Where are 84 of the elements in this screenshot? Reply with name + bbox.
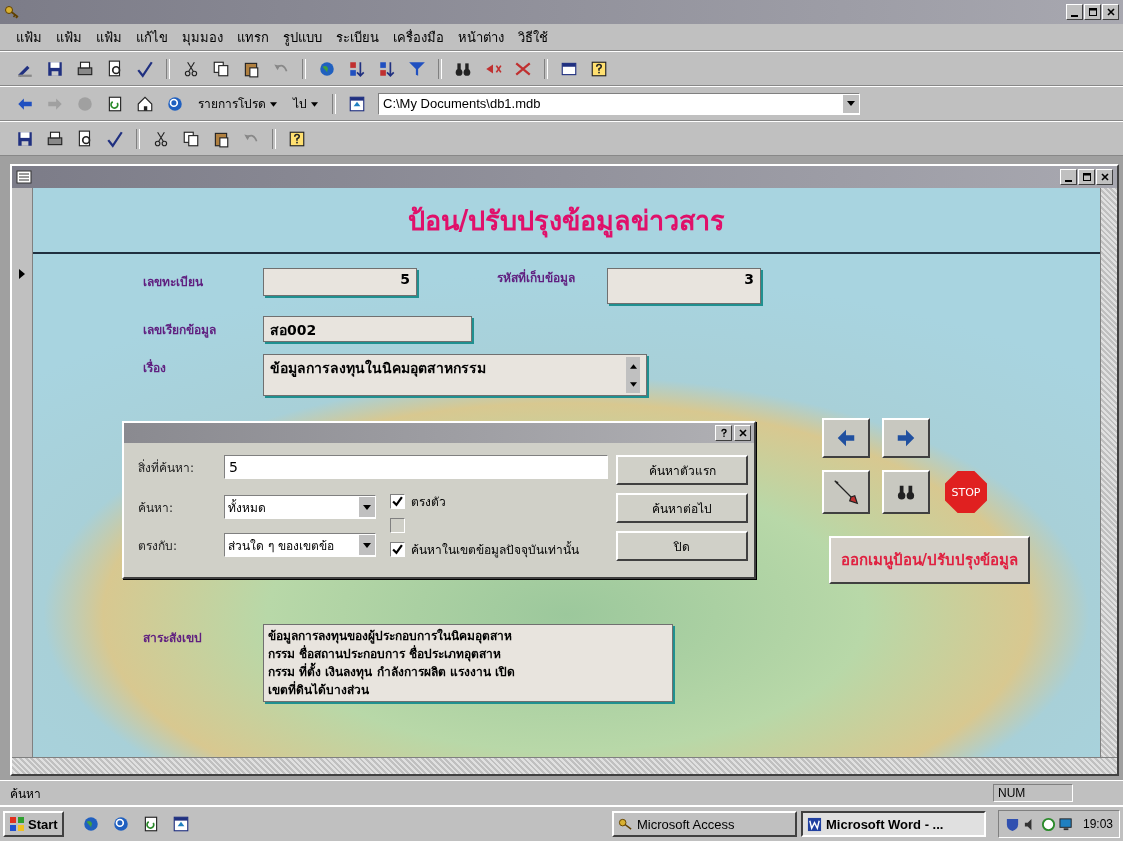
dialog-button[interactable]: ปิด	[616, 531, 748, 561]
field-label: รหัสที่เก็บข้อมูล	[497, 268, 576, 287]
checkbox-label: ค้นหาในเขตข้อมูลปัจจุบันเท่านั้น	[411, 540, 579, 559]
maximize-button[interactable]	[1078, 169, 1095, 185]
text-field[interactable]: 5	[263, 268, 417, 296]
field-label: ค้นหา:	[138, 499, 175, 517]
scroll-down-icon	[629, 381, 637, 387]
close-icon	[737, 428, 748, 438]
field-label: เลขเรียกข้อมูล	[143, 322, 217, 339]
close-button[interactable]	[1096, 169, 1113, 185]
taskbar-button[interactable]: Microsoft Word - ...	[800, 811, 986, 837]
vertical-scrollbar[interactable]	[1100, 188, 1117, 757]
text-field[interactable]: 3	[607, 268, 761, 304]
minimize-button[interactable]	[1066, 4, 1083, 20]
left-arrow-icon	[835, 427, 857, 449]
minimize-icon	[1065, 179, 1072, 182]
field-label: สิ่งที่ค้นหา:	[138, 458, 196, 477]
minimize-icon	[1071, 14, 1078, 17]
menu-item[interactable]: หน้าต่าง	[452, 24, 510, 50]
document-w-icon	[806, 816, 822, 832]
maximize-icon	[1081, 172, 1092, 182]
stop-button[interactable]: STOP	[942, 470, 990, 514]
dropdown[interactable]: ส่วนใด ๆ ของเขตข้อ	[224, 533, 376, 557]
maximize-button[interactable]	[1084, 4, 1101, 20]
menu-item[interactable]: เครื่องมือ	[387, 24, 450, 50]
dropdown-arrow-icon	[847, 101, 855, 106]
address-field[interactable]: C:\My Documents\db1.mdb	[378, 92, 860, 115]
menu-item[interactable]: ระเบียน	[330, 24, 385, 50]
menu-item[interactable]: แทรก	[231, 24, 275, 50]
monitor-icon	[1058, 816, 1074, 832]
dropdown-arrow-icon	[363, 542, 371, 548]
horizontal-scrollbar[interactable]	[12, 757, 1117, 774]
menu-item[interactable]: รูปแบบ	[277, 24, 328, 50]
scroll-up-icon	[629, 363, 637, 369]
field-label: เรื่อง	[143, 358, 167, 377]
close-icon	[1099, 172, 1110, 182]
maximize-icon	[1087, 7, 1098, 17]
text-field[interactable]: ข้อมูลการลงทุนในนิคมอุตสาหกรรม	[263, 354, 647, 396]
close-button[interactable]	[734, 425, 751, 441]
taskbar-button[interactable]: Microsoft Access	[611, 811, 797, 837]
checkbox-label: ตรงตัว	[411, 493, 446, 511]
field-label: เลขทะเบียน	[143, 274, 204, 291]
form-heading: ป้อน/ปรับปรุงข้อมูลข่าวสาร	[33, 188, 1100, 254]
minimize-button[interactable]	[1060, 169, 1077, 185]
menu-item[interactable]: แก้ไข	[130, 24, 174, 50]
status-text: ค้นหา	[10, 785, 41, 803]
caret-icon	[270, 102, 277, 107]
help-button[interactable]	[715, 425, 732, 441]
num-lock-indicator: NUM	[993, 784, 1073, 802]
favorites-menu-button[interactable]: รายการโปรด	[192, 92, 283, 115]
menu-item[interactable]: แฟ้ม	[90, 24, 128, 50]
right-arrow-icon	[895, 427, 917, 449]
text-field[interactable]: สอ002	[263, 316, 472, 342]
field-label: สาระสังเขป	[143, 630, 203, 647]
shield-icon	[1004, 816, 1020, 832]
edit-button[interactable]	[822, 470, 870, 514]
find-button[interactable]	[882, 470, 930, 514]
text-area[interactable]: ข้อมูลการลงทุนของผู้ประกอบการในนิคมอุตสาห กรรม ชื่อสถานประกอบการ ชื่อประเภทอุตสาห กรรม ที่ตั้ง เงินลงทุน กำลังการผลิต แรงงาน เปิด เขตที่ดินได้บางส่วน	[263, 624, 673, 702]
scroll-arrows[interactable]	[626, 357, 640, 393]
field-label: ตรงกับ:	[138, 537, 179, 555]
dropdown[interactable]: ทั้งหมด	[224, 495, 376, 519]
dropdown-arrow-icon	[363, 504, 371, 510]
menu-item[interactable]: มุมมอง	[176, 24, 229, 50]
help-icon	[718, 428, 729, 438]
next-record-button[interactable]	[882, 418, 930, 458]
windows-flag-icon	[9, 816, 25, 832]
clock-icon	[1040, 816, 1056, 832]
close-button[interactable]	[1102, 4, 1119, 20]
form-icon	[16, 169, 32, 185]
close-icon	[1105, 7, 1116, 17]
dialog-button[interactable]: ค้นหาต่อไป	[616, 493, 748, 523]
dialog-button[interactable]: ค้นหาตัวแรก	[616, 455, 748, 485]
menu-item[interactable]: วิธีใช้	[512, 24, 554, 50]
clock-text: 19:03	[1082, 817, 1113, 831]
go-menu-button[interactable]: ไป	[287, 92, 324, 115]
previous-record-button[interactable]	[822, 418, 870, 458]
menu-item[interactable]: แฟ้ม	[10, 24, 48, 50]
checkbox[interactable]	[390, 541, 405, 557]
caret-icon	[311, 102, 318, 107]
menu-item[interactable]: แฟ้ม	[50, 24, 88, 50]
search-input[interactable]: 5	[224, 455, 608, 479]
start-button[interactable]: Start	[3, 811, 64, 837]
checkbox[interactable]	[390, 493, 405, 509]
current-record-icon	[18, 268, 26, 280]
